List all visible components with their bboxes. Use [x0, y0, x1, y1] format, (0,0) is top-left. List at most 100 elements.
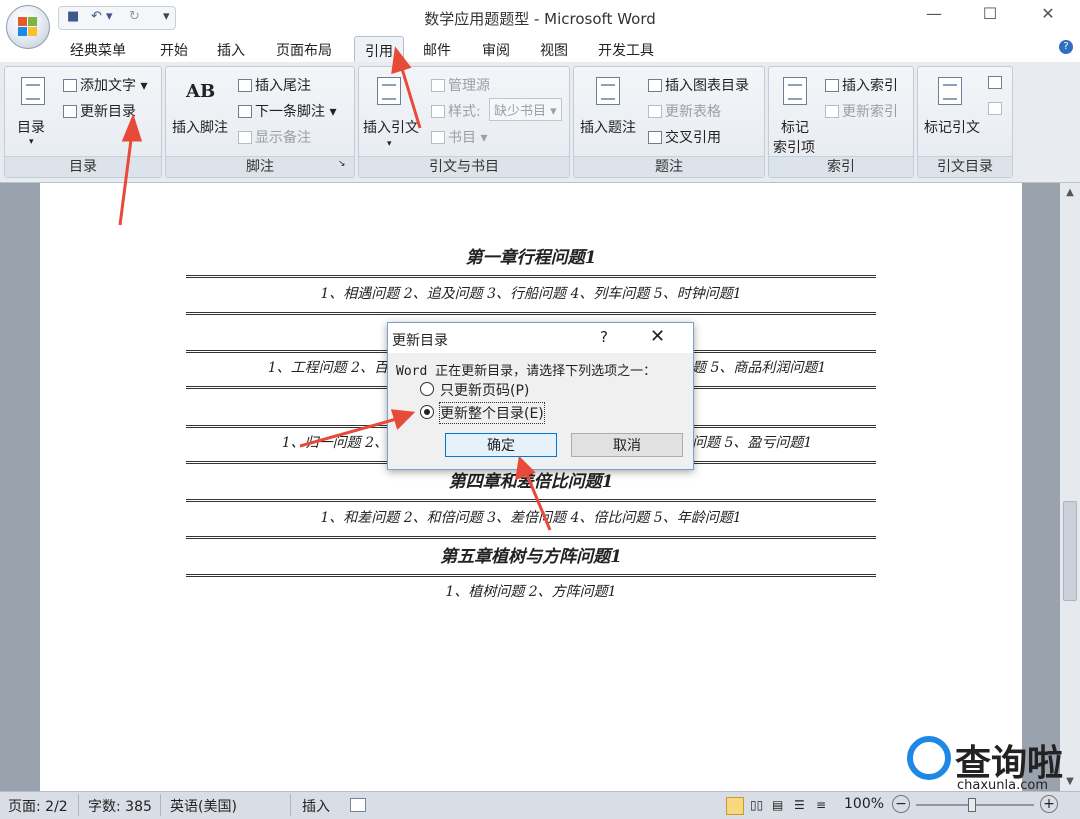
next-footnote-icon: [238, 105, 252, 118]
bibliography-button[interactable]: 书目 ▾: [431, 127, 487, 147]
toc-entry-4[interactable]: 1、和差问题 2、和倍问题 3、差倍问题 4、倍比问题 5、年龄问题1: [186, 507, 876, 527]
insert-footnote-button[interactable]: 插入脚注: [172, 117, 228, 137]
tab-home[interactable]: 开始: [160, 40, 188, 60]
tab-developer[interactable]: 开发工具: [598, 40, 654, 60]
group-label-toc: 目录: [5, 156, 161, 177]
toc-entry-3[interactable]: 1、归一问题 2、归总: [186, 432, 416, 452]
cross-reference-button[interactable]: 交叉引用: [648, 127, 721, 147]
insert-endnote-button[interactable]: 插入尾注: [238, 75, 311, 95]
mark-entry-icon: [783, 77, 807, 105]
toc-entry-3-end[interactable]: 问题 5、盈亏问题1: [692, 432, 876, 452]
draft-view-icon[interactable]: ≡: [816, 798, 826, 812]
page-count[interactable]: 页面: 2/2: [8, 796, 68, 816]
toc-icon: [21, 77, 45, 105]
mark-entry-button-line2[interactable]: 索引项: [773, 137, 815, 157]
tab-page-layout[interactable]: 页面布局: [276, 40, 332, 60]
manage-sources-label: 管理源: [448, 78, 490, 94]
toc-heading-1[interactable]: 第一章行程问题1: [186, 243, 876, 268]
status-bar: 页面: 2/2 字数: 385 英语(美国) 插入 ▯▯ ▤ ☰ ≡ 100% …: [0, 791, 1080, 819]
endnote-icon: [238, 79, 252, 92]
update-toa-icon: [988, 102, 1002, 115]
toc-entry-5[interactable]: 1、植树问题 2、方阵问题1: [186, 581, 876, 601]
tab-insert[interactable]: 插入: [217, 40, 245, 60]
ribbon-tabs: 经典菜单 开始 插入 页面布局 引用 邮件 审阅 视图 开发工具 ?: [0, 34, 1080, 67]
update-toa-button[interactable]: [988, 101, 1005, 117]
outline-view-icon[interactable]: ☰: [794, 798, 805, 812]
macro-record-icon[interactable]: [350, 798, 366, 812]
footnote-dialog-launcher-icon[interactable]: ↘: [338, 159, 346, 169]
maximize-button[interactable]: ☐: [970, 4, 1010, 23]
scroll-thumb[interactable]: [1063, 501, 1077, 601]
insert-citation-button[interactable]: 插入引文: [363, 117, 419, 137]
toc-rule: [186, 499, 876, 502]
insert-caption-button[interactable]: 插入题注: [580, 117, 636, 137]
full-screen-reading-icon[interactable]: ▯▯: [750, 798, 763, 812]
vertical-scrollbar[interactable]: ▲ ▼: [1060, 183, 1080, 791]
update-toc-button[interactable]: 更新目录: [63, 101, 136, 121]
cancel-button[interactable]: 取消: [571, 433, 683, 457]
mark-entry-button-line1[interactable]: 标记: [781, 117, 809, 137]
ok-button[interactable]: 确定: [445, 433, 557, 457]
toc-dropdown-icon[interactable]: ▾: [29, 137, 34, 147]
status-separator: [160, 794, 161, 816]
style-icon: [431, 105, 445, 118]
ribbon: 目录 ▾ 添加文字 ▾ 更新目录 目录 AB 插入脚注 插入尾注 下一条脚注 ▾…: [0, 62, 1080, 183]
insert-toa-button[interactable]: [988, 75, 1005, 91]
group-label-toa: 引文目录: [918, 156, 1012, 177]
toc-entry-2[interactable]: 1、工程问题 2、百分数: [186, 357, 416, 377]
insert-index-label: 插入索引: [842, 78, 898, 94]
toc-button[interactable]: 目录: [17, 117, 45, 137]
word-count[interactable]: 字数: 385: [88, 796, 152, 816]
scroll-up-icon[interactable]: ▲: [1060, 187, 1080, 198]
dialog-help-icon[interactable]: ?: [600, 328, 608, 346]
update-table-button[interactable]: 更新表格: [648, 101, 721, 121]
watermark-logo: 查询啦 chaxunla.com: [905, 730, 1075, 794]
group-label-captions: 题注: [574, 156, 764, 177]
insert-index-button[interactable]: 插入索引: [825, 75, 898, 95]
dialog-message: Word 正在更新目录，请选择下列选项之一：: [396, 364, 657, 379]
tab-view[interactable]: 视图: [540, 40, 568, 60]
zoom-out-icon[interactable]: −: [892, 795, 910, 813]
toc-heading-4[interactable]: 第四章和差倍比问题1: [186, 467, 876, 492]
insert-index-icon: [825, 79, 839, 92]
office-button[interactable]: [6, 5, 50, 49]
tab-review[interactable]: 审阅: [482, 40, 510, 60]
mark-citation-button[interactable]: 标记引文: [924, 117, 980, 137]
group-toc: 目录 ▾ 添加文字 ▾ 更新目录 目录: [4, 66, 162, 178]
help-icon[interactable]: ?: [1059, 40, 1073, 54]
toc-entry-2-end[interactable]: 题 5、商品利润问题1: [692, 357, 876, 377]
style-select-value: 缺少书目: [494, 104, 547, 119]
web-layout-icon[interactable]: ▤: [772, 798, 783, 812]
option-update-page-numbers[interactable]: 只更新页码(P): [440, 380, 529, 400]
zoom-level[interactable]: 100%: [844, 796, 884, 812]
option-update-entire-table[interactable]: 更新整个目录(E): [439, 402, 545, 424]
toc-entry-1[interactable]: 1、相遇问题 2、追及问题 3、行船问题 4、列车问题 5、时钟问题1: [186, 283, 876, 303]
radio-update-entire-table[interactable]: [420, 405, 434, 419]
next-footnote-button[interactable]: 下一条脚注 ▾: [238, 101, 336, 121]
insert-table-of-figures-button[interactable]: 插入图表目录: [648, 75, 749, 95]
group-footnotes: AB 插入脚注 插入尾注 下一条脚注 ▾ 显示备注 ↘ 脚注: [165, 66, 355, 178]
show-notes-button[interactable]: 显示备注: [238, 127, 311, 147]
bibliography-label: 书目: [448, 130, 476, 146]
tab-mailings[interactable]: 邮件: [423, 40, 451, 60]
zoom-in-icon[interactable]: +: [1040, 795, 1058, 813]
close-window-button[interactable]: ✕: [1028, 4, 1068, 23]
toc-rule: [186, 574, 876, 577]
citation-dropdown-icon[interactable]: ▾: [387, 139, 392, 149]
print-layout-view-icon[interactable]: [726, 797, 744, 815]
toc-heading-5[interactable]: 第五章植树与方阵问题1: [186, 542, 876, 567]
update-index-button[interactable]: 更新索引: [825, 101, 898, 121]
table-of-figures-label: 插入图表目录: [665, 78, 749, 94]
minimize-button[interactable]: —: [914, 4, 954, 23]
toc-rule: [186, 312, 876, 315]
status-separator: [78, 794, 79, 816]
manage-sources-button[interactable]: 管理源: [431, 75, 490, 95]
add-text-button[interactable]: 添加文字 ▾: [63, 75, 147, 95]
tab-classic-menu[interactable]: 经典菜单: [70, 40, 126, 60]
style-select[interactable]: 缺少书目 ▾: [489, 98, 562, 121]
dialog-close-icon[interactable]: ✕: [650, 326, 665, 347]
zoom-slider-thumb[interactable]: [968, 798, 976, 812]
language-indicator[interactable]: 英语(美国): [170, 796, 237, 816]
radio-update-page-numbers[interactable]: [420, 382, 434, 396]
insert-mode-indicator[interactable]: 插入: [302, 796, 330, 816]
